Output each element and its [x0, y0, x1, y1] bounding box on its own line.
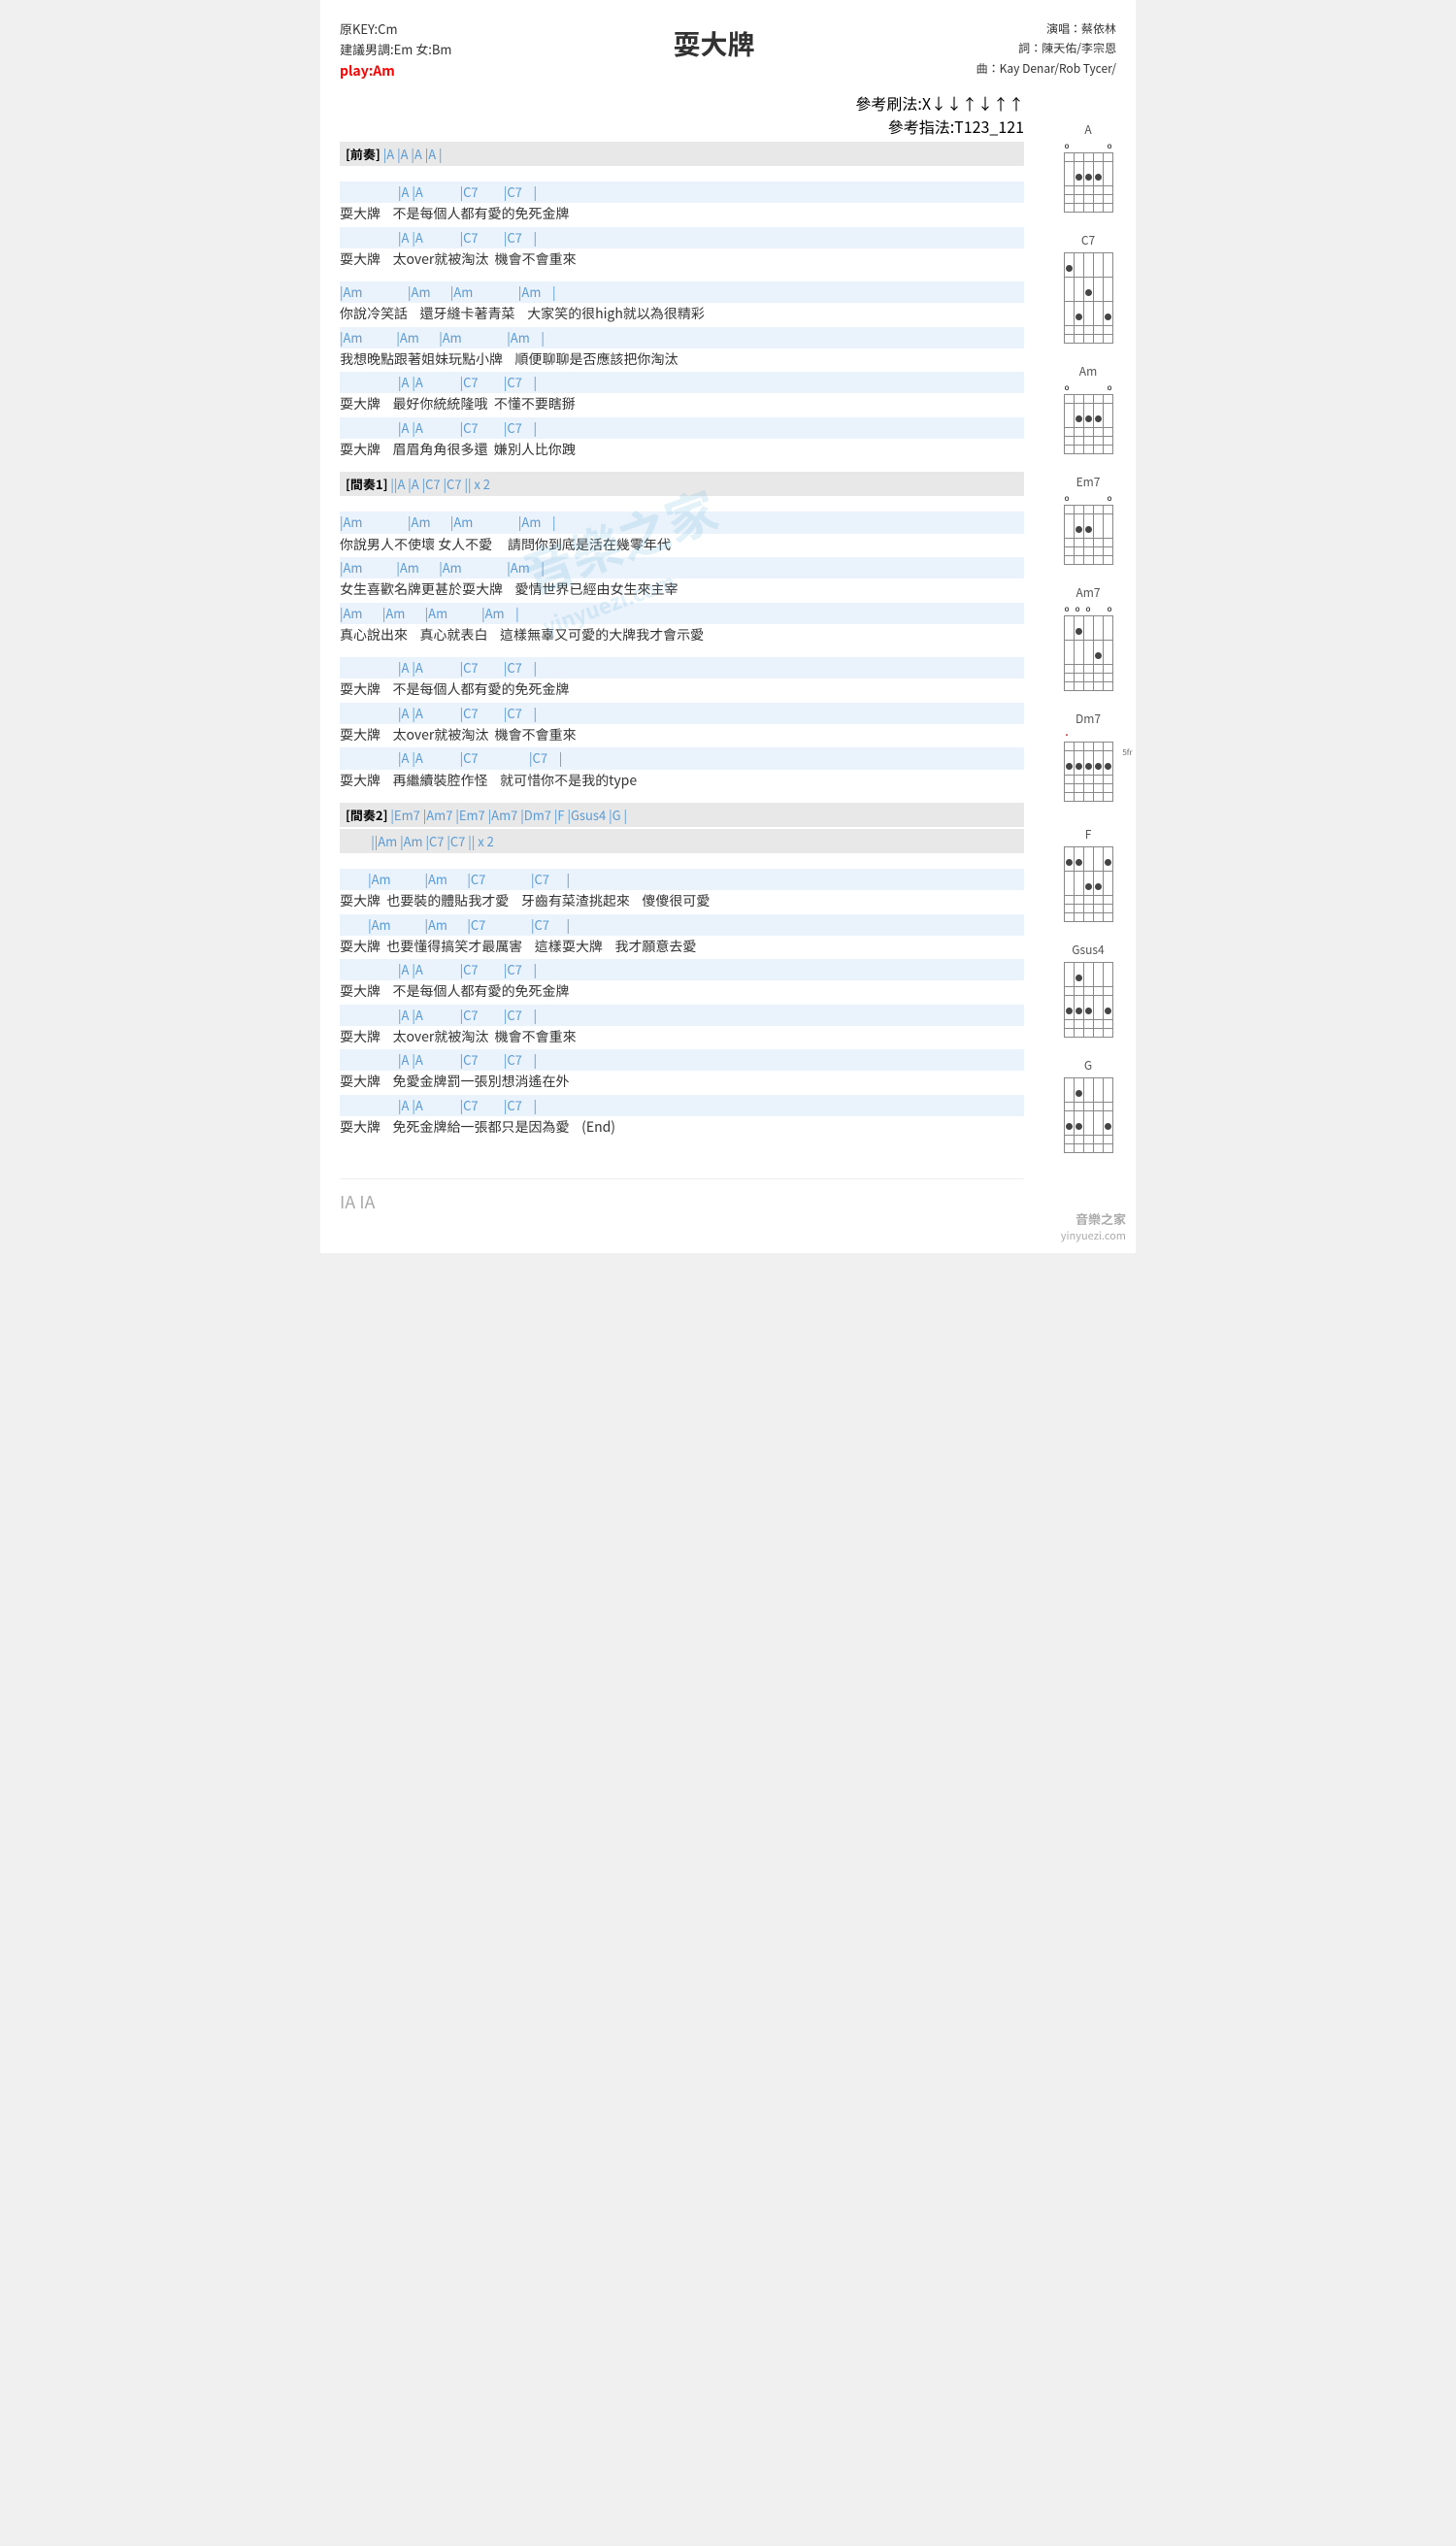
strum-info: 參考刷法:X↓↓↑↓↑↑ 參考指法:T123_121 [340, 91, 1024, 138]
chord-line: |Am |Am |Am |Am | [340, 605, 1024, 622]
chord-line: |A |A |C7 |C7 | [398, 419, 1024, 437]
chord-diagram-Dm7: Dm7 · [1048, 711, 1128, 807]
lyric-line: 耍大牌 眉眉角角很多還 嫌別人比你跩 [340, 439, 1024, 460]
lyric-line: 耍大牌 免死金牌給一張都只是因為愛 (End) [340, 1116, 1024, 1138]
chord-row-2: |A |A |C7 |C7 | [340, 227, 1024, 248]
original-key: 原KEY:Cm [340, 19, 451, 40]
chord-diagram-A: A o o [1048, 121, 1128, 213]
lyricist: 詞：陳天佑/李宗恩 [976, 39, 1116, 58]
lyric-line: 耍大牌 太over就被淘汰 機會不會重來 [340, 248, 1024, 270]
chord-row-17: |A |A |C7 |C7 | [340, 1049, 1024, 1071]
lyric-line: 真心說出來 真心就表白 這樣無辜又可愛的大牌我才會示愛 [340, 624, 1024, 645]
chord-row-10: |A |A |C7 |C7 | [340, 657, 1024, 678]
chord-line: |A |A |C7 |C7 | [398, 659, 1024, 677]
interlude2-chords: |Em7 |Am7 |Em7 |Am7 |Dm7 |F |Gsus4 |G | [390, 806, 627, 824]
chord-row-7: |Am |Am |Am |Am | [340, 512, 1024, 533]
lyric-line: 耍大牌 不是每個人都有愛的免死金牌 [340, 678, 1024, 700]
chord-row-6: |A |A |C7 |C7 | [340, 417, 1024, 439]
chord-line: |A |A |C7 |C7 | [398, 961, 1024, 978]
interlude1-section: [間奏1] ||A |A |C7 |C7 || x 2 [340, 472, 1024, 496]
chord-line: |A |A |C7 |C7 | [398, 229, 1024, 247]
intro-chords: |A |A |A |A | [383, 145, 443, 163]
lyric-line: 耍大牌 免愛金牌罰一張別想消遙在外 [340, 1071, 1024, 1092]
chord-row-1: |A |A |C7 |C7 | [340, 182, 1024, 203]
chord-row-5: |A |A |C7 |C7 | [340, 372, 1024, 393]
intro-label: [前奏] [346, 145, 381, 163]
strum-pattern: 參考刷法:X↓↓↑↓↑↑ [340, 91, 1024, 115]
interlude1-label: [間奏1] [346, 475, 388, 493]
chord-line: |A |A |C7 |C7 | [398, 183, 1024, 201]
header: 原KEY:Cm 建議男調:Em 女:Bm play:Am 耍大牌 演唱：蔡依林 … [340, 19, 1116, 82]
chord-line: |A |A |C7 |C7 | [398, 749, 1024, 767]
footer-site-name: 音樂之家 [1061, 1209, 1126, 1228]
lyric-line: 你說冷笑話 還牙縫卡著青菜 大家笑的很high就以為很精彩 [340, 303, 1024, 324]
interlude2-section: [間奏2] |Em7 |Am7 |Em7 |Am7 |Dm7 |F |Gsus4… [340, 803, 1024, 827]
chord-line: |Am |Am |C7 |C7 | [340, 916, 1024, 934]
chord-row-18: |A |A |C7 |C7 | [340, 1095, 1024, 1116]
lyric-line: 女生喜歡名牌更甚於耍大牌 愛情世界已經由女生來主宰 [340, 579, 1024, 600]
chord-line: |Am |Am |C7 |C7 | [340, 871, 1024, 888]
lyric-line: 耍大牌 不是每個人都有愛的免死金牌 [340, 203, 1024, 224]
chord-diagrams: A o o [1048, 121, 1128, 1173]
lyric-line: 耍大牌 再繼續裝腔作怪 就可惜你不是我的type [340, 770, 1024, 791]
interlude2b-chords: ||Am |Am |C7 |C7 || x 2 [346, 832, 494, 850]
chord-row-13: |Am |Am |C7 |C7 | [340, 869, 1024, 890]
chord-row-8: |Am |Am |Am |Am | [340, 557, 1024, 579]
chord-line: |A |A |C7 |C7 | [398, 705, 1024, 722]
chord-diagram-Am: Am o o [1048, 363, 1128, 454]
artist: 演唱：蔡依林 [976, 19, 1116, 39]
header-left: 原KEY:Cm 建議男調:Em 女:Bm play:Am [340, 19, 451, 82]
footer: 音樂之家 yinyuezi.com [1061, 1209, 1126, 1243]
song-title: 耍大牌 [451, 24, 976, 63]
chord-row-14: |Am |Am |C7 |C7 | [340, 914, 1024, 936]
lyric-line: 耍大牌 太over就被淘汰 機會不會重來 [340, 724, 1024, 745]
header-right: 演唱：蔡依林 詞：陳天佑/李宗恩 曲：Kay Denar/Rob Tycer/ [976, 19, 1116, 79]
lyric-line: 耍大牌 也要懂得搞笑才最厲害 這樣耍大牌 我才願意去愛 [340, 936, 1024, 957]
chord-diagram-Gsus4: Gsus4 [1048, 942, 1128, 1038]
chord-diagram-Em7: Em7 o o [1048, 474, 1128, 565]
chord-line: |A |A |C7 |C7 | [398, 1097, 1024, 1114]
chord-row-4: |Am |Am |Am |Am | [340, 327, 1024, 348]
chord-line: |Am |Am |Am |Am | [340, 283, 1024, 301]
chord-line: |A |A |C7 |C7 | [398, 374, 1024, 391]
interlude2b-section: ||Am |Am |C7 |C7 || x 2 [340, 829, 1024, 853]
chord-line: |A |A |C7 |C7 | [398, 1007, 1024, 1024]
play-key: play:Am [340, 60, 451, 82]
lyric-line: 耍大牌 也要裝的體貼我才愛 牙齒有菜渣挑起來 傻傻很可愛 [340, 890, 1024, 911]
lyric-line: 耍大牌 不是每個人都有愛的免死金牌 [340, 980, 1024, 1002]
composer: 曲：Kay Denar/Rob Tycer/ [976, 59, 1116, 79]
footer-url: yinyuezi.com [1061, 1228, 1126, 1243]
lyric-line: 耍大牌 太over就被淘汰 機會不會重來 [340, 1026, 1024, 1047]
song-content: [前奏] |A |A |A |A | |A |A |C7 |C7 | 耍大牌 不… [340, 142, 1024, 1214]
chord-row-11: |A |A |C7 |C7 | [340, 703, 1024, 724]
interlude2-label: [間奏2] [346, 806, 388, 824]
chord-line: |A |A |C7 |C7 | [398, 1051, 1024, 1069]
chord-row-15: |A |A |C7 |C7 | [340, 959, 1024, 980]
chord-diagram-C7: C7 [1048, 232, 1128, 344]
intro-section: [前奏] |A |A |A |A | [340, 142, 1024, 166]
chord-diagram-G: G [1048, 1057, 1128, 1153]
lyric-line: 你說男人不使壞 女人不愛 請問你到底是活在幾零年代 [340, 534, 1024, 555]
lyric-line: 我想晚點跟著姐妹玩點小牌 順便聊聊是否應該把你淘汰 [340, 348, 1024, 370]
lyric-line: 耍大牌 最好你統統隆哦 不懂不要瞎掰 [340, 393, 1024, 414]
chord-line: |Am |Am |Am |Am | [340, 513, 1024, 531]
chord-row-16: |A |A |C7 |C7 | [340, 1005, 1024, 1026]
interlude1-chords: ||A |A |C7 |C7 || x 2 [390, 475, 490, 493]
chord-line: |Am |Am |Am |Am | [340, 559, 1024, 577]
chord-line: |Am |Am |Am |Am | [340, 329, 1024, 347]
ia-footer: IA IA [340, 1178, 1024, 1214]
suggested-key: 建議男調:Em 女:Bm [340, 40, 451, 60]
chord-diagram-F: F [1048, 826, 1128, 922]
chord-row-3: |Am |Am |Am |Am | [340, 281, 1024, 303]
chord-row-12: |A |A |C7 |C7 | [340, 747, 1024, 769]
chord-row-9: |Am |Am |Am |Am | [340, 603, 1024, 624]
finger-pattern: 參考指法:T123_121 [340, 115, 1024, 138]
chord-diagram-Am7: Am7 o o o o [1048, 584, 1128, 691]
